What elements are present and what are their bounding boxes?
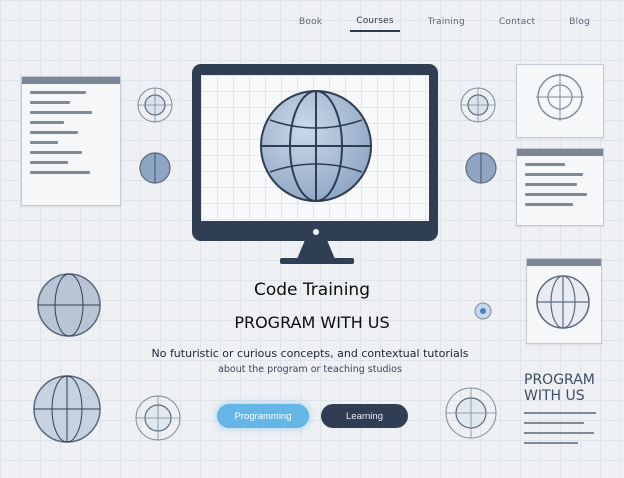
side-card-line	[524, 422, 584, 424]
hero-tagline-line2: about the program or teaching studios	[218, 364, 402, 375]
monitor-base	[280, 258, 354, 264]
orb-icon-right	[465, 152, 497, 184]
compass-icon-bottom	[135, 395, 181, 441]
nav-item-contact[interactable]: Contact	[493, 13, 541, 31]
nav-item-blog[interactable]: Blog	[563, 13, 596, 31]
target-icon-right	[460, 87, 496, 123]
code-panel-left	[21, 76, 121, 206]
side-card-title-line2: WITH US	[524, 388, 585, 404]
target-icon	[137, 87, 173, 123]
panel-titlebar	[22, 77, 120, 84]
text-panel-right	[516, 148, 604, 226]
hero-tagline-line1: No futuristic or curious concepts, and c…	[151, 347, 469, 360]
learning-button[interactable]: Learning	[321, 404, 408, 428]
nav-item-courses[interactable]: Courses	[350, 12, 400, 32]
nav-item-training[interactable]: Training	[422, 13, 471, 31]
power-indicator	[313, 229, 319, 235]
side-card-line	[524, 432, 594, 434]
orb-icon	[139, 152, 171, 184]
globe-icon-bottom-left	[33, 375, 101, 443]
globe-icon-main	[260, 90, 372, 202]
compass-icon-bottom-right	[445, 387, 497, 439]
hero-subtitle: PROGRAM WITH US	[234, 313, 390, 332]
hero-title: Code Training	[253, 280, 370, 300]
top-nav: Book Courses Training Contact Blog	[293, 12, 596, 32]
side-card-line	[524, 412, 596, 414]
compass-icon	[536, 73, 584, 121]
programming-button[interactable]: Programming	[217, 404, 309, 428]
side-card-title: PROGRAM WITH US	[524, 372, 606, 404]
nav-item-book[interactable]: Book	[293, 13, 328, 31]
side-card-title-line1: PROGRAM	[524, 372, 595, 388]
side-card-line	[524, 442, 578, 444]
